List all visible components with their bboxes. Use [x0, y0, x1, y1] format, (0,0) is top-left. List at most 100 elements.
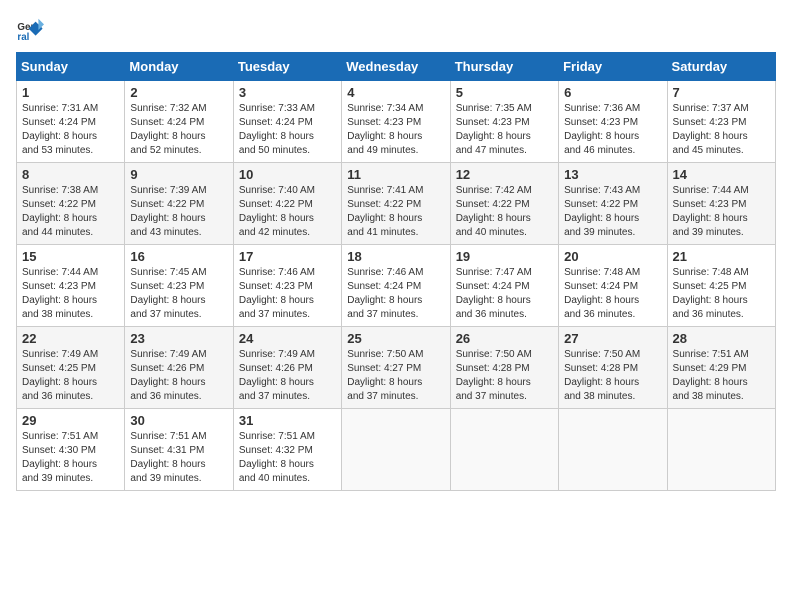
- day-info: Sunrise: 7:47 AM Sunset: 4:24 PM Dayligh…: [456, 266, 553, 322]
- day-number: 29: [22, 413, 119, 428]
- day-cell: [667, 409, 775, 491]
- day-cell: 10 Sunrise: 7:40 AM Sunset: 4:22 PM Dayli…: [233, 163, 341, 245]
- day-info: Sunrise: 7:44 AM Sunset: 4:23 PM Dayligh…: [22, 266, 119, 322]
- day-cell: 14 Sunrise: 7:44 AM Sunset: 4:23 PM Dayli…: [667, 163, 775, 245]
- header-saturday: Saturday: [667, 53, 775, 81]
- header-tuesday: Tuesday: [233, 53, 341, 81]
- day-number: 13: [564, 167, 661, 182]
- day-info: Sunrise: 7:51 AM Sunset: 4:32 PM Dayligh…: [239, 430, 336, 486]
- week-row-2: 8 Sunrise: 7:38 AM Sunset: 4:22 PM Daylig…: [17, 163, 776, 245]
- day-info: Sunrise: 7:46 AM Sunset: 4:24 PM Dayligh…: [347, 266, 444, 322]
- day-number: 26: [456, 331, 553, 346]
- header-wednesday: Wednesday: [342, 53, 450, 81]
- day-number: 4: [347, 85, 444, 100]
- day-number: 17: [239, 249, 336, 264]
- day-info: Sunrise: 7:50 AM Sunset: 4:28 PM Dayligh…: [456, 348, 553, 404]
- day-cell: 24 Sunrise: 7:49 AM Sunset: 4:26 PM Dayli…: [233, 327, 341, 409]
- day-cell: 1 Sunrise: 7:31 AM Sunset: 4:24 PM Daylig…: [17, 81, 125, 163]
- day-number: 14: [673, 167, 770, 182]
- day-info: Sunrise: 7:46 AM Sunset: 4:23 PM Dayligh…: [239, 266, 336, 322]
- day-cell: 5Sunrise: 7:35 AM Sunset: 4:23 PM Daylig…: [450, 81, 558, 163]
- day-info: Sunrise: 7:38 AM Sunset: 4:22 PM Dayligh…: [22, 184, 119, 240]
- day-number: 31: [239, 413, 336, 428]
- week-row-3: 15 Sunrise: 7:44 AM Sunset: 4:23 PM Dayli…: [17, 245, 776, 327]
- day-cell: 31 Sunrise: 7:51 AM Sunset: 4:32 PM Dayli…: [233, 409, 341, 491]
- day-cell: 19 Sunrise: 7:47 AM Sunset: 4:24 PM Dayli…: [450, 245, 558, 327]
- day-cell: 23 Sunrise: 7:49 AM Sunset: 4:26 PM Dayli…: [125, 327, 233, 409]
- day-cell: [559, 409, 667, 491]
- day-info: Sunrise: 7:37 AM Sunset: 4:23 PM Dayligh…: [673, 102, 770, 158]
- day-number: 21: [673, 249, 770, 264]
- day-cell: 18Sunrise: 7:46 AM Sunset: 4:24 PM Dayli…: [342, 245, 450, 327]
- day-info: Sunrise: 7:34 AM Sunset: 4:23 PM Dayligh…: [347, 102, 444, 158]
- day-number: 16: [130, 249, 227, 264]
- day-cell: 8 Sunrise: 7:38 AM Sunset: 4:22 PM Daylig…: [17, 163, 125, 245]
- day-number: 30: [130, 413, 227, 428]
- header-friday: Friday: [559, 53, 667, 81]
- day-info: Sunrise: 7:48 AM Sunset: 4:25 PM Dayligh…: [673, 266, 770, 322]
- day-cell: 3Sunrise: 7:33 AM Sunset: 4:24 PM Daylig…: [233, 81, 341, 163]
- header-row: SundayMondayTuesdayWednesdayThursdayFrid…: [17, 53, 776, 81]
- day-cell: 25 Sunrise: 7:50 AM Sunset: 4:27 PM Dayli…: [342, 327, 450, 409]
- day-number: 22: [22, 331, 119, 346]
- day-cell: [342, 409, 450, 491]
- day-number: 11: [347, 167, 444, 182]
- day-number: 2: [130, 85, 227, 100]
- day-info: Sunrise: 7:43 AM Sunset: 4:22 PM Dayligh…: [564, 184, 661, 240]
- day-info: Sunrise: 7:45 AM Sunset: 4:23 PM Dayligh…: [130, 266, 227, 322]
- day-info: Sunrise: 7:40 AM Sunset: 4:22 PM Dayligh…: [239, 184, 336, 240]
- day-number: 15: [22, 249, 119, 264]
- day-number: 24: [239, 331, 336, 346]
- day-info: Sunrise: 7:41 AM Sunset: 4:22 PM Dayligh…: [347, 184, 444, 240]
- day-info: Sunrise: 7:42 AM Sunset: 4:22 PM Dayligh…: [456, 184, 553, 240]
- day-cell: 22Sunrise: 7:49 AM Sunset: 4:25 PM Dayli…: [17, 327, 125, 409]
- day-info: Sunrise: 7:31 AM Sunset: 4:24 PM Dayligh…: [22, 102, 119, 158]
- logo: Gene ral: [16, 16, 48, 44]
- header-thursday: Thursday: [450, 53, 558, 81]
- day-number: 25: [347, 331, 444, 346]
- day-cell: 11 Sunrise: 7:41 AM Sunset: 4:22 PM Dayli…: [342, 163, 450, 245]
- day-number: 27: [564, 331, 661, 346]
- day-cell: 26 Sunrise: 7:50 AM Sunset: 4:28 PM Dayli…: [450, 327, 558, 409]
- day-cell: 2 Sunrise: 7:32 AM Sunset: 4:24 PM Daylig…: [125, 81, 233, 163]
- day-number: 10: [239, 167, 336, 182]
- logo-icon: Gene ral: [16, 16, 44, 44]
- day-number: 1: [22, 85, 119, 100]
- day-info: Sunrise: 7:39 AM Sunset: 4:22 PM Dayligh…: [130, 184, 227, 240]
- page-header: Gene ral: [16, 16, 776, 44]
- calendar-table: SundayMondayTuesdayWednesdayThursdayFrid…: [16, 52, 776, 491]
- day-number: 28: [673, 331, 770, 346]
- day-cell: 7Sunrise: 7:37 AM Sunset: 4:23 PM Daylig…: [667, 81, 775, 163]
- day-cell: 9Sunrise: 7:39 AM Sunset: 4:22 PM Daylig…: [125, 163, 233, 245]
- day-info: Sunrise: 7:50 AM Sunset: 4:27 PM Dayligh…: [347, 348, 444, 404]
- day-number: 3: [239, 85, 336, 100]
- day-number: 12: [456, 167, 553, 182]
- day-cell: 13 Sunrise: 7:43 AM Sunset: 4:22 PM Dayli…: [559, 163, 667, 245]
- week-row-4: 22Sunrise: 7:49 AM Sunset: 4:25 PM Dayli…: [17, 327, 776, 409]
- day-number: 19: [456, 249, 553, 264]
- day-number: 20: [564, 249, 661, 264]
- day-cell: 28 Sunrise: 7:51 AM Sunset: 4:29 PM Dayli…: [667, 327, 775, 409]
- day-info: Sunrise: 7:51 AM Sunset: 4:29 PM Dayligh…: [673, 348, 770, 404]
- day-info: Sunrise: 7:48 AM Sunset: 4:24 PM Dayligh…: [564, 266, 661, 322]
- day-number: 8: [22, 167, 119, 182]
- day-info: Sunrise: 7:51 AM Sunset: 4:31 PM Dayligh…: [130, 430, 227, 486]
- day-number: 23: [130, 331, 227, 346]
- week-row-1: 1 Sunrise: 7:31 AM Sunset: 4:24 PM Daylig…: [17, 81, 776, 163]
- day-info: Sunrise: 7:49 AM Sunset: 4:26 PM Dayligh…: [130, 348, 227, 404]
- day-cell: 17 Sunrise: 7:46 AM Sunset: 4:23 PM Dayli…: [233, 245, 341, 327]
- day-cell: 4 Sunrise: 7:34 AM Sunset: 4:23 PM Daylig…: [342, 81, 450, 163]
- day-info: Sunrise: 7:32 AM Sunset: 4:24 PM Dayligh…: [130, 102, 227, 158]
- day-cell: 15 Sunrise: 7:44 AM Sunset: 4:23 PM Dayli…: [17, 245, 125, 327]
- day-info: Sunrise: 7:49 AM Sunset: 4:26 PM Dayligh…: [239, 348, 336, 404]
- header-sunday: Sunday: [17, 53, 125, 81]
- day-info: Sunrise: 7:50 AM Sunset: 4:28 PM Dayligh…: [564, 348, 661, 404]
- svg-text:ral: ral: [17, 32, 29, 43]
- day-cell: 30 Sunrise: 7:51 AM Sunset: 4:31 PM Dayli…: [125, 409, 233, 491]
- day-number: 6: [564, 85, 661, 100]
- day-cell: 20 Sunrise: 7:48 AM Sunset: 4:24 PM Dayli…: [559, 245, 667, 327]
- day-info: Sunrise: 7:44 AM Sunset: 4:23 PM Dayligh…: [673, 184, 770, 240]
- day-cell: 6 Sunrise: 7:36 AM Sunset: 4:23 PM Daylig…: [559, 81, 667, 163]
- day-cell: 27 Sunrise: 7:50 AM Sunset: 4:28 PM Dayli…: [559, 327, 667, 409]
- day-info: Sunrise: 7:36 AM Sunset: 4:23 PM Dayligh…: [564, 102, 661, 158]
